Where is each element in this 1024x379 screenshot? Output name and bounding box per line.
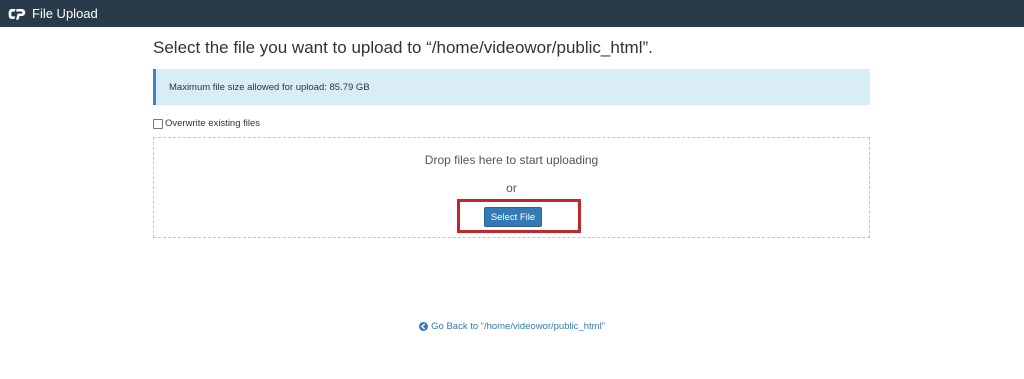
circle-arrow-left-icon <box>419 322 429 331</box>
upload-heading: Select the file you want to upload to “/… <box>153 38 653 57</box>
go-back-label: Go Back to “/home/videowor/public_html” <box>431 321 605 332</box>
header-bar: File Upload <box>0 0 1024 27</box>
or-separator: or <box>506 181 517 195</box>
drop-instructions: Drop files here to start uploading <box>424 153 599 167</box>
alert-text: Maximum file size allowed for upload: 85… <box>169 81 370 93</box>
max-file-size-alert: Maximum file size allowed for upload: 85… <box>153 69 870 105</box>
overwrite-checkbox[interactable] <box>153 119 163 129</box>
page-title: File Upload <box>32 6 98 21</box>
overwrite-option[interactable]: Overwrite existing files <box>153 118 260 129</box>
overwrite-label: Overwrite existing files <box>165 118 261 129</box>
select-file-button[interactable]: Select File <box>484 207 542 227</box>
go-back-link[interactable]: Go Back to “/home/videowor/public_html” <box>0 321 1024 332</box>
cpanel-logo-icon[interactable] <box>8 7 26 21</box>
file-dropzone[interactable]: Drop files here to start uploading or Se… <box>153 137 870 238</box>
